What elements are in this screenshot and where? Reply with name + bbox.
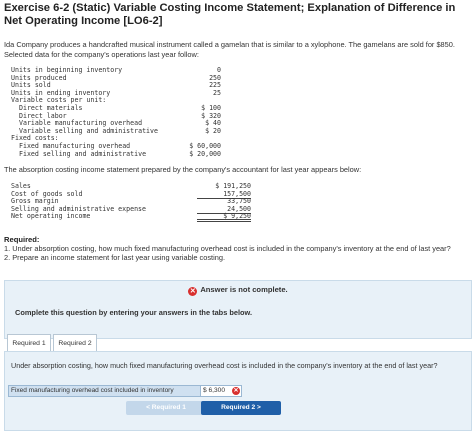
panel-question: Under absorption costing, how much fixed… (11, 361, 438, 370)
answer-row-label: Fixed manufacturing overhead cost includ… (8, 385, 202, 397)
incorrect-x-icon: ✕ (232, 387, 240, 395)
company-data-table: Units in beginning inventory Units produ… (11, 66, 221, 159)
table-row: Fixed selling and administrative (19, 149, 147, 158)
table-cell-value: $ 20 (205, 126, 221, 135)
table-cell-value: $ 20,000 (189, 149, 221, 158)
x-circle-icon: ✕ (188, 287, 198, 296)
status-banner: ✕ Answer is not complete. Complete this q… (4, 280, 472, 339)
absorption-income-statement: Sales Cost of goods sold Gross margin Se… (11, 182, 251, 225)
prev-required-button[interactable]: < Required 1 (126, 401, 206, 415)
tab-panel-required-1: Under absorption costing, how much fixed… (4, 351, 472, 431)
required-item-2: 2. Prepare an income statement for last … (4, 253, 226, 263)
next-required-button[interactable]: Required 2 > (201, 401, 281, 415)
statement-row-label: Net operating income (11, 212, 91, 221)
required-list: 1. Under absorption costing, how much fi… (4, 244, 470, 263)
required-heading: Required: (4, 235, 40, 244)
required-item-1: 1. Under absorption costing, how much fi… (4, 244, 451, 253)
complete-prompt: Complete this question by entering your … (15, 308, 253, 317)
statement-value: $ 9,250 (197, 213, 251, 223)
intro-paragraph: Ida Company produces a handcrafted music… (4, 40, 455, 59)
table-cell-value: 25 (213, 88, 221, 97)
absorption-intro-sentence: The absorption costing income statement … (4, 165, 362, 174)
exercise-title: Exercise 6-2 (Static) Variable Costing I… (4, 2, 456, 27)
answer-status: ✕ Answer is not complete. (188, 285, 288, 296)
answer-input[interactable]: $ 6,300 ✕ (200, 385, 242, 397)
